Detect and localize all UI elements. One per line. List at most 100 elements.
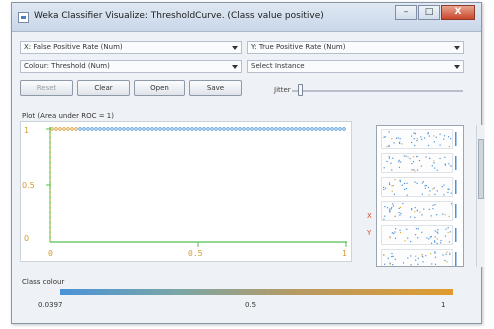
instance-select[interactable]: Select Instance <box>247 60 464 73</box>
close-button[interactable]: X <box>441 5 475 20</box>
attribute-marker-x: X <box>367 212 372 220</box>
attribute-point <box>428 135 430 137</box>
roc-point <box>302 127 306 131</box>
jitter-slider-thumb[interactable] <box>298 84 303 96</box>
attribute-point <box>383 254 385 256</box>
x-axis-select-value: X: False Positive Rate (Num) <box>24 43 123 51</box>
attribute-point <box>411 207 413 210</box>
roc-point <box>182 127 186 131</box>
attribute-point <box>421 214 423 216</box>
attribute-point <box>404 240 406 242</box>
attribute-point <box>384 187 387 189</box>
attribute-point <box>434 256 437 258</box>
attribute-point <box>392 264 394 266</box>
attribute-marker <box>455 132 457 146</box>
attribute-point <box>414 181 416 183</box>
attribute-point <box>406 194 408 196</box>
class-colour-gradient <box>60 289 453 295</box>
roc-point <box>74 127 78 131</box>
roc-point <box>210 127 214 131</box>
attribute-point <box>398 207 400 210</box>
chevron-down-icon <box>232 65 238 69</box>
attribute-point <box>383 186 385 188</box>
attribute-point <box>450 192 452 194</box>
attribute-scrollbar[interactable] <box>476 125 484 267</box>
clear-button[interactable]: Clear <box>77 80 130 96</box>
x-tick-label: 1 <box>342 249 347 258</box>
attribute-point <box>410 135 413 137</box>
scrollbar-thumb[interactable] <box>478 139 484 199</box>
attribute-point <box>428 238 430 240</box>
roc-point <box>90 127 94 131</box>
roc-point <box>130 127 134 131</box>
roc-point <box>290 127 294 131</box>
attribute-point <box>416 138 418 140</box>
jitter-slider-track[interactable] <box>292 90 463 92</box>
attribute-point <box>391 138 393 140</box>
attribute-point <box>388 156 390 158</box>
attribute-point <box>444 164 446 166</box>
attribute-point <box>399 231 402 234</box>
attribute-point <box>448 241 451 243</box>
reset-button[interactable]: Reset <box>20 80 73 96</box>
roc-point <box>262 127 266 131</box>
save-button[interactable]: Save <box>189 80 242 96</box>
attribute-point <box>443 138 445 140</box>
attribute-point <box>433 160 435 162</box>
attribute-point <box>386 207 389 209</box>
title-bar[interactable]: Weka Classifier Visualize: ThresholdCurv… <box>12 3 481 32</box>
attribute-point <box>444 156 446 158</box>
attribute-point <box>446 251 448 253</box>
minimize-button[interactable]: – <box>395 5 417 20</box>
x-axis-select[interactable]: X: False Positive Rate (Num) <box>20 41 242 54</box>
y-axis-select[interactable]: Y: True Positive Rate (Num) <box>247 41 464 54</box>
attribute-point <box>424 137 426 139</box>
attribute-point <box>424 187 426 189</box>
attribute-point <box>439 157 441 160</box>
attribute-point <box>388 131 390 133</box>
attribute-point <box>420 136 422 138</box>
attribute-point <box>402 262 405 264</box>
attribute-point <box>430 242 433 244</box>
attribute-point <box>414 216 416 219</box>
attribute-point <box>430 215 432 217</box>
roc-point <box>246 127 250 131</box>
data-points-top <box>50 127 346 131</box>
roc-point <box>54 127 58 131</box>
attribute-point <box>406 182 408 184</box>
attribute-bars-panel[interactable] <box>376 125 464 267</box>
attribute-point <box>416 182 418 184</box>
attribute-point <box>434 167 436 169</box>
attribute-marker <box>455 252 457 266</box>
attribute-point <box>388 145 390 148</box>
roc-point <box>114 127 118 131</box>
roc-point <box>282 127 286 131</box>
roc-point <box>286 127 290 131</box>
roc-point <box>158 127 162 131</box>
roc-point <box>98 127 102 131</box>
open-button[interactable]: Open <box>134 80 185 96</box>
roc-point <box>330 127 334 131</box>
attribute-point <box>424 185 426 187</box>
roc-point <box>334 127 338 131</box>
colour-select[interactable]: Colour: Threshold (Num) <box>20 60 242 73</box>
attribute-point <box>383 136 385 138</box>
attribute-point <box>398 159 400 161</box>
attribute-point <box>434 240 436 242</box>
attribute-point <box>399 138 401 140</box>
attribute-point <box>427 144 430 147</box>
attribute-point <box>435 136 437 138</box>
attribute-point <box>442 254 444 256</box>
roc-point <box>226 127 230 131</box>
roc-point <box>310 127 314 131</box>
attribute-point <box>414 207 416 209</box>
attribute-point <box>430 235 433 238</box>
class-colour-mid: 0.5 <box>245 301 257 309</box>
attribute-point <box>429 157 431 159</box>
attribute-point <box>388 182 391 184</box>
attribute-point <box>439 144 441 146</box>
attribute-point <box>391 252 393 255</box>
attribute-point <box>395 137 398 139</box>
maximize-button[interactable]: □ <box>418 5 440 20</box>
roc-point <box>138 127 142 131</box>
